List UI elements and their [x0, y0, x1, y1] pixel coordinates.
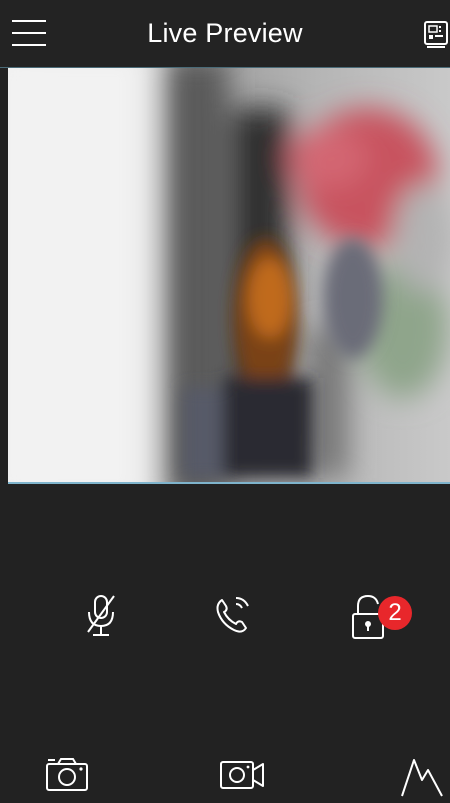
page-title: Live Preview — [147, 18, 303, 48]
bottom-toolbar — [0, 750, 450, 802]
image-quality-icon[interactable] — [400, 750, 444, 798]
device-panel-icon[interactable] — [424, 20, 450, 48]
video-record-icon[interactable] — [218, 750, 270, 798]
phone-call-icon[interactable] — [208, 590, 258, 640]
unlock-count-badge: 2 — [378, 596, 412, 630]
camera-snapshot-icon[interactable] — [44, 750, 92, 798]
microphone-muted-icon[interactable] — [78, 590, 128, 640]
app-header: Live Preview — [0, 0, 450, 68]
live-video-feed[interactable] — [8, 68, 450, 484]
